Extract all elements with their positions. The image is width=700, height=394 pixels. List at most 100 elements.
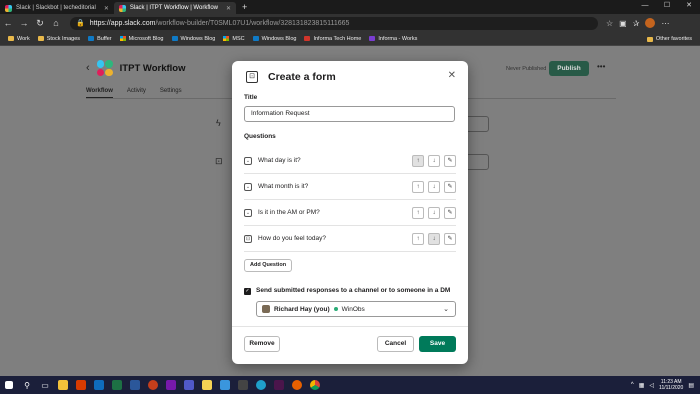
publish-button[interactable]: Publish	[549, 61, 589, 76]
question-row[interactable]: ⌄ What day is it? ↑ ↓ ✎	[244, 148, 456, 174]
edit-pencil-icon[interactable]: ✎	[444, 233, 456, 245]
firefox-icon[interactable]	[288, 376, 306, 394]
maximize-icon[interactable]: ☐	[656, 0, 678, 12]
chrome-icon[interactable]	[306, 376, 324, 394]
cancel-button[interactable]: Cancel	[377, 336, 414, 352]
move-up-icon[interactable]: ↑	[412, 181, 424, 193]
tab-label: Slack | Slackbot | techeditorial	[16, 5, 96, 11]
move-up-icon[interactable]: ↑	[412, 155, 424, 167]
browser-tab-workflow[interactable]: Slack | ITPT Workflow | Workflow ✕	[113, 2, 237, 14]
notification-chevron-icon[interactable]: ^	[631, 382, 634, 388]
more-options-icon[interactable]: •••	[597, 62, 605, 71]
microsoft-icon	[119, 36, 126, 41]
settings-menu-icon[interactable]: ⋯	[661, 19, 669, 28]
bookmark-buffer[interactable]: Buffer	[88, 36, 112, 42]
move-up-icon[interactable]: ↑	[412, 207, 424, 219]
new-tab-button[interactable]: +	[236, 2, 253, 14]
edit-pencil-icon[interactable]: ✎	[444, 181, 456, 193]
send-responses-checkbox[interactable]: ✓	[244, 288, 251, 295]
start-windows-icon[interactable]	[0, 376, 18, 394]
dropdown-icon: ⌄	[244, 208, 252, 217]
refresh-icon[interactable]: ↻	[32, 18, 48, 29]
tab-label: Slack | ITPT Workflow | Workflow	[129, 5, 218, 11]
collections-icon[interactable]: ▣	[619, 19, 627, 28]
close-tab-icon[interactable]: ✕	[226, 5, 231, 12]
move-down-icon[interactable]: ↓	[428, 181, 440, 193]
url-field[interactable]: 🔒 https://app.slack.com/workflow-builder…	[70, 16, 598, 30]
bookmark-other-favorites[interactable]: Other favorites	[646, 32, 692, 46]
favorites-icon[interactable]: ✰	[633, 19, 640, 28]
question-text: How do you feel today?	[258, 235, 326, 242]
address-bar-row: ← → ↻ ⌂ 🔒 https://app.slack.com/workflow…	[0, 14, 700, 32]
powerpoint-icon[interactable]	[144, 376, 162, 394]
back-icon[interactable]: ←	[0, 18, 16, 28]
question-row[interactable]: ⌄ Is it in the AM or PM? ↑ ↓ ✎	[244, 200, 456, 226]
workflow-header: ‹ ITPT Workflow	[86, 60, 185, 76]
action-center-icon[interactable]: ▤	[688, 382, 694, 389]
move-down-icon[interactable]: ↓	[428, 155, 440, 167]
windows-icon	[171, 36, 178, 41]
edit-step-button[interactable]	[465, 116, 489, 132]
bookmark-microsoft-blog[interactable]: Microsoft Blog	[119, 36, 164, 42]
move-down-icon[interactable]: ↓	[428, 207, 440, 219]
save-button[interactable]: Save	[419, 336, 456, 352]
task-view-icon[interactable]: ▭	[36, 376, 54, 394]
sticky-notes-icon[interactable]	[198, 376, 216, 394]
clock[interactable]: 11:23 AM 11/11/2020	[659, 379, 683, 391]
store-icon[interactable]	[234, 376, 252, 394]
slack-favicon-icon	[5, 4, 12, 12]
close-window-icon[interactable]: ✕	[678, 0, 700, 12]
teams-icon[interactable]	[180, 376, 198, 394]
question-row[interactable]: ⊡ How do you feel today? ↑ ↓ ✎	[244, 226, 456, 252]
move-down-icon[interactable]: ↓	[428, 233, 440, 245]
tab-workflow[interactable]: Workflow	[86, 88, 113, 98]
edit-step-button[interactable]	[465, 154, 489, 170]
bookmark-informa-tech[interactable]: Informa Tech Home	[304, 36, 361, 42]
bookmark-informa-works[interactable]: Informa - Works	[369, 36, 417, 42]
remove-button[interactable]: Remove	[244, 336, 280, 352]
form-title-input[interactable]: Information Request	[244, 106, 455, 122]
office-icon[interactable]	[72, 376, 90, 394]
lock-icon: 🔒	[76, 20, 85, 27]
edit-pencil-icon[interactable]: ✎	[444, 155, 456, 167]
home-icon[interactable]: ⌂	[48, 18, 64, 28]
close-tab-icon[interactable]: ✕	[104, 5, 109, 12]
file-explorer-icon[interactable]	[54, 376, 72, 394]
bookmark-windows-blog[interactable]: Windows Blog	[171, 36, 215, 42]
outlook-icon[interactable]	[90, 376, 108, 394]
close-icon[interactable]: ✕	[448, 70, 456, 81]
edge-icon[interactable]	[252, 376, 270, 394]
search-icon[interactable]: ⚲	[18, 376, 36, 394]
onenote-icon[interactable]	[162, 376, 180, 394]
profile-avatar[interactable]	[645, 18, 656, 28]
edit-pencil-icon[interactable]: ✎	[444, 207, 456, 219]
bookmarks-bar: Work Stock Images Buffer Microsoft Blog …	[0, 32, 700, 46]
volume-icon[interactable]: ◁	[649, 382, 654, 389]
word-icon[interactable]	[126, 376, 144, 394]
excel-icon[interactable]	[108, 376, 126, 394]
recipient-select[interactable]: Richard Hay (you) WinObs ⌄	[256, 301, 456, 317]
avatar	[262, 305, 270, 313]
back-arrow-icon[interactable]: ‹	[86, 62, 90, 74]
url-path: /workflow-builder/T0SML07U1/workflow/328…	[155, 19, 350, 27]
photos-icon[interactable]	[216, 376, 234, 394]
tab-settings[interactable]: Settings	[160, 88, 182, 98]
questions-label: Questions	[244, 133, 276, 140]
forward-icon[interactable]: →	[16, 18, 32, 28]
bookmark-work[interactable]: Work	[8, 36, 30, 42]
browser-tab-slackbot[interactable]: Slack | Slackbot | techeditorial ✕	[0, 2, 114, 14]
recipient-extra: WinObs	[341, 305, 365, 313]
bookmark-windows-blog-2[interactable]: Windows Blog	[252, 36, 296, 42]
tab-activity[interactable]: Activity	[127, 88, 146, 98]
move-up-icon[interactable]: ↑	[412, 233, 424, 245]
minimize-icon[interactable]: —	[634, 0, 656, 12]
dropdown-icon: ⌄	[244, 182, 252, 191]
network-icon[interactable]: ▦	[639, 382, 645, 389]
favorite-star-icon[interactable]: ☆	[606, 19, 613, 28]
bookmark-stock-images[interactable]: Stock Images	[37, 36, 80, 42]
add-question-button[interactable]: Add Question	[244, 259, 293, 272]
bookmark-msc[interactable]: MSC	[223, 36, 245, 42]
online-status-icon	[333, 307, 338, 311]
question-row[interactable]: ⌄ What month is it? ↑ ↓ ✎	[244, 174, 456, 200]
slack-icon[interactable]	[270, 376, 288, 394]
